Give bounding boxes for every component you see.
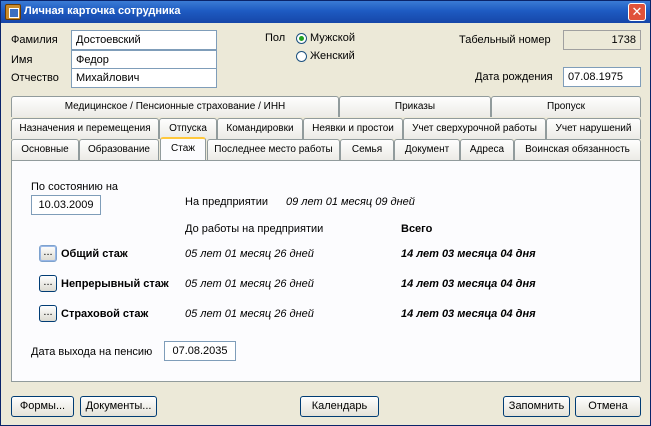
patronymic-label: Отчество: [11, 72, 59, 84]
surname-label: Фамилия: [11, 34, 58, 46]
tab-business-trips[interactable]: Командировки: [217, 118, 303, 139]
title-bar[interactable]: Личная карточка сотрудника ✕: [1, 1, 650, 23]
sex-female-label[interactable]: Женский: [310, 50, 355, 62]
birth-label: Дата рождения: [475, 71, 553, 83]
forms-button[interactable]: Формы...: [11, 396, 74, 417]
at-enterprise-value: 09 лет 01 месяц 09 дней: [286, 196, 415, 208]
sex-female-radio[interactable]: [296, 51, 307, 62]
sex-label: Пол: [265, 32, 286, 44]
tab-pass[interactable]: Пропуск: [491, 96, 641, 117]
tab-violations[interactable]: Учет нарушений: [546, 118, 641, 139]
tab-education[interactable]: Образование: [79, 139, 159, 160]
insurance-experience-before: 05 лет 01 месяц 26 дней: [185, 308, 314, 320]
name-label: Имя: [11, 54, 33, 66]
tab-addresses[interactable]: Адреса: [460, 139, 514, 160]
tab-appointments[interactable]: Назначения и перемещения: [11, 118, 159, 139]
before-enterprise-label: До работы на предприятии: [185, 223, 324, 235]
general-experience-before: 05 лет 01 месяц 26 дней: [185, 248, 314, 260]
sex-male-label[interactable]: Мужской: [310, 32, 355, 44]
name-field[interactable]: Федор: [71, 50, 217, 70]
patronymic-field[interactable]: Михайлович: [71, 68, 217, 88]
tab-overtime[interactable]: Учет сверхурочной работы: [403, 118, 546, 139]
continuous-experience-label: Непрерывный стаж: [61, 278, 169, 290]
save-button[interactable]: Запомнить: [503, 396, 570, 417]
tab-medical[interactable]: Медицинское / Пенсионные страхование / И…: [11, 96, 339, 117]
tab-orders[interactable]: Приказы: [339, 96, 491, 117]
employee-card-window: Личная карточка сотрудника ✕ Фамилия Дос…: [0, 0, 651, 426]
continuous-experience-before: 05 лет 01 месяц 26 дней: [185, 278, 314, 290]
birth-field[interactable]: 07.08.1975: [563, 67, 641, 87]
continuous-experience-total: 14 лет 03 месяца 04 дня: [401, 278, 536, 290]
documents-button[interactable]: Документы...: [80, 396, 157, 417]
tab-document[interactable]: Документ: [394, 139, 460, 160]
tab-family[interactable]: Семья: [340, 139, 394, 160]
general-experience-button[interactable]: ...: [39, 245, 57, 262]
pension-date-label: Дата выхода на пенсию: [31, 346, 153, 358]
tab-vacations[interactable]: Отпуска: [159, 118, 217, 139]
continuous-experience-button[interactable]: ...: [39, 275, 57, 292]
tabnum-field: 1738: [563, 30, 641, 50]
insurance-experience-label: Страховой стаж: [61, 308, 149, 320]
as-of-date-field[interactable]: 10.03.2009: [31, 195, 101, 215]
tab-military[interactable]: Воинская обязанность: [514, 139, 641, 160]
tab-experience[interactable]: Стаж: [160, 137, 206, 160]
cancel-button[interactable]: Отмена: [575, 396, 641, 417]
window-title: Личная карточка сотрудника: [24, 5, 181, 17]
as-of-label: По состоянию на: [31, 181, 119, 193]
close-button[interactable]: ✕: [628, 3, 646, 21]
tab-main[interactable]: Основные: [11, 139, 79, 160]
app-icon: [5, 4, 21, 20]
general-experience-label: Общий стаж: [61, 248, 128, 260]
tabnum-label: Табельный номер: [459, 34, 551, 46]
total-label: Всего: [401, 223, 433, 235]
calendar-button[interactable]: Календарь: [300, 396, 379, 417]
general-experience-total: 14 лет 03 месяца 04 дня: [401, 248, 536, 260]
insurance-experience-button[interactable]: ...: [39, 305, 57, 322]
at-enterprise-label: На предприятии: [185, 196, 268, 208]
tab-last-workplace[interactable]: Последнее место работы: [207, 139, 340, 160]
tab-absences[interactable]: Неявки и простои: [303, 118, 403, 139]
insurance-experience-total: 14 лет 03 месяца 04 дня: [401, 308, 536, 320]
sex-male-radio[interactable]: [296, 33, 307, 44]
pension-date-field[interactable]: 07.08.2035: [164, 341, 236, 361]
surname-field[interactable]: Достоевский: [71, 30, 217, 50]
